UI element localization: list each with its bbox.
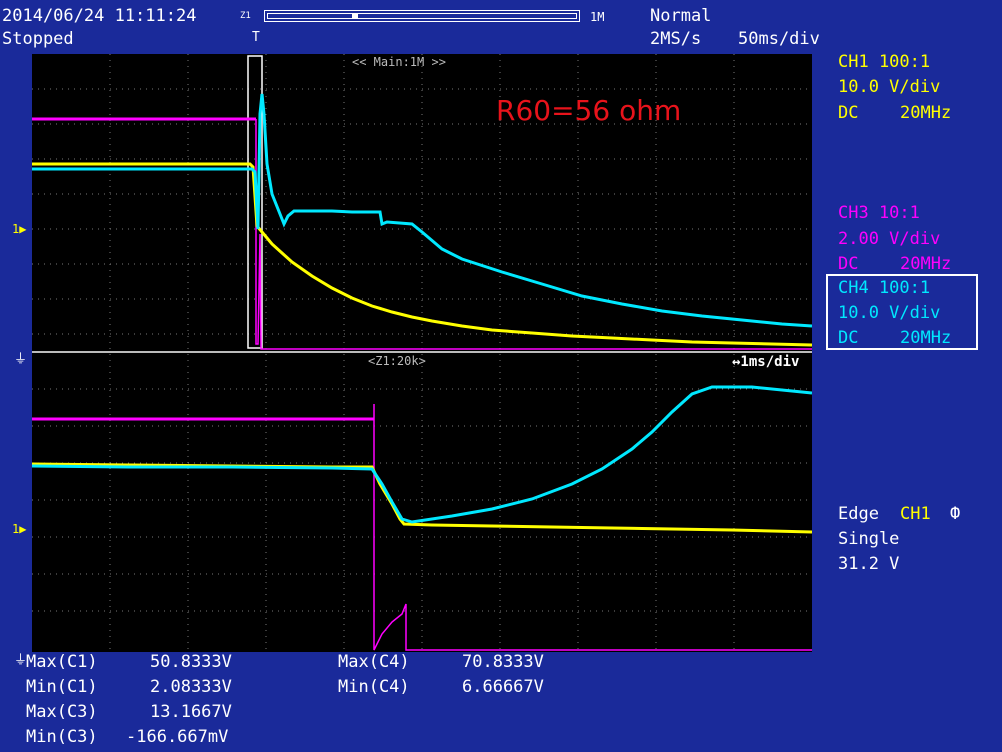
meas-label: Min(C1) [26, 677, 98, 697]
meas-value: 2.08333V [150, 677, 232, 697]
ch1-scale: 10.0 V/div [838, 77, 941, 97]
ch1-bandwidth: 20MHz [900, 103, 952, 123]
ch1-level-marker-main[interactable]: 1▶ [12, 222, 26, 236]
zoom-timebase: ↔1ms/div [732, 354, 800, 370]
ch4-zoom-trace [32, 385, 812, 524]
trigger-position-marker: T [252, 30, 260, 45]
ground-marker-icon: ⏚ [14, 352, 28, 367]
meas-label: Min(C4) [338, 677, 410, 697]
zoom-window-indicator[interactable] [352, 14, 358, 18]
meas-value: 70.8333V [462, 652, 544, 672]
timebase: 50ms/div [738, 29, 820, 49]
ch3-coupling: DC [838, 254, 859, 274]
zoom-left-marker: Z1 [240, 11, 251, 21]
ch3-bandwidth: 20MHz [900, 254, 952, 274]
main-grid [32, 54, 812, 349]
ch3-scale: 2.00 V/div [838, 229, 941, 249]
meas-label: Max(C3) [26, 702, 98, 722]
ch1-level-marker-zoom[interactable]: 1▶ [12, 522, 26, 536]
trigger-level: 31.2 V [838, 554, 900, 574]
main-window-label: << Main:1M >> [352, 55, 446, 69]
ch3-title[interactable]: CH3 10:1 [838, 203, 920, 223]
annotation-text: R60=56 ohm [496, 94, 682, 127]
ch4-coupling: DC [838, 328, 859, 348]
ch1-main-trace [32, 162, 812, 347]
zoom-right-marker: 1M [590, 10, 605, 24]
zoom-window-label: <Z1:20k> [368, 354, 426, 368]
scope-display[interactable]: << Main:1M >> <Z1:20k> ↔1ms/div [32, 54, 812, 652]
datetime: 2014/06/24 11:11:24 [2, 6, 197, 26]
meas-value: 6.66667V [462, 677, 544, 697]
meas-value: -166.667mV [126, 727, 229, 747]
rising-edge-icon: Ф [950, 504, 961, 524]
sample-rate: 2MS/s [650, 29, 702, 49]
ch1-coupling: DC [838, 103, 859, 123]
trigger-mode-single: Single [838, 529, 900, 549]
zoom-grid [32, 354, 812, 652]
meas-label: Max(C1) [26, 652, 98, 672]
meas-label: Min(C3) [26, 727, 98, 747]
ch1-title[interactable]: CH1 100:1 [838, 52, 930, 72]
waveform-canvas [32, 54, 812, 652]
meas-value: 50.8333V [150, 652, 232, 672]
trigger-source: CH1 [900, 504, 931, 524]
ch4-scale: 10.0 V/div [838, 303, 941, 323]
acquisition-status: Stopped [2, 29, 74, 49]
meas-label: Max(C4) [338, 652, 410, 672]
ch4-title[interactable]: CH4 100:1 [838, 278, 930, 298]
zoom-position-bar[interactable]: Z1 [240, 8, 584, 26]
meas-value: 13.1667V [150, 702, 232, 722]
ch4-bandwidth: 20MHz [900, 328, 952, 348]
trigger-type: Edge [838, 504, 879, 524]
trigger-mode: Normal [650, 6, 712, 26]
